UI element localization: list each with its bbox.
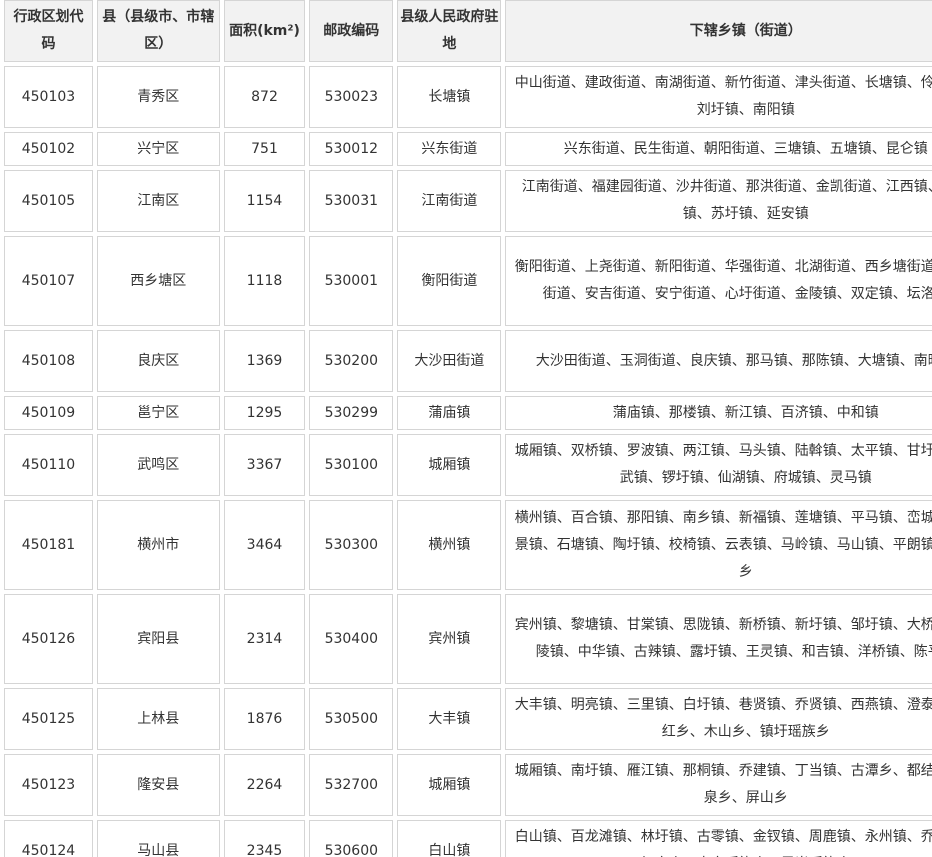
- cell-postcode: 530031: [309, 170, 394, 232]
- cell-towns: 横州镇、百合镇、那阳镇、南乡镇、新福镇、莲塘镇、平马镇、峦城镇、六景镇、石塘镇、…: [505, 500, 932, 590]
- cell-towns: 宾州镇、黎塘镇、甘棠镇、思陇镇、新桥镇、新圩镇、邹圩镇、大桥镇、武陵镇、中华镇、…: [505, 594, 932, 684]
- cell-postcode: 530023: [309, 66, 394, 128]
- cell-towns: 大沙田街道、玉洞街道、良庆镇、那马镇、那陈镇、大塘镇、南晓镇: [505, 330, 932, 392]
- cell-seat: 白山镇: [397, 820, 502, 857]
- cell-towns: 中山街道、建政街道、南湖街道、新竹街道、津头街道、长塘镇、伶俐镇、刘圩镇、南阳镇: [505, 66, 932, 128]
- header-code: 行政区划代码: [4, 0, 93, 62]
- cell-postcode: 532700: [309, 754, 394, 816]
- cell-seat: 大沙田街道: [397, 330, 502, 392]
- cell-county: 上林县: [96, 688, 220, 750]
- cell-code: 450107: [4, 236, 93, 326]
- cell-postcode: 530012: [309, 132, 394, 166]
- cell-county: 宾阳县: [96, 594, 220, 684]
- cell-towns: 城厢镇、南圩镇、雁江镇、那桐镇、乔建镇、丁当镇、古潭乡、都结乡、布泉乡、屏山乡: [505, 754, 932, 816]
- cell-county: 武鸣区: [96, 434, 220, 496]
- cell-county: 马山县: [96, 820, 220, 857]
- cell-postcode: 530400: [309, 594, 394, 684]
- cell-county: 邕宁区: [96, 396, 220, 430]
- cell-towns: 兴东街道、民生街道、朝阳街道、三塘镇、五塘镇、昆仑镇: [505, 132, 932, 166]
- cell-postcode: 530299: [309, 396, 394, 430]
- table-row: 450109 邕宁区 1295 530299 蒲庙镇 蒲庙镇、那楼镇、新江镇、百济镇、中和…: [4, 396, 932, 430]
- cell-area: 1369: [223, 330, 306, 392]
- table-row: 450108 良庆区 1369 530200 大沙田街道 大沙田街道、玉洞街道、良庆镇、那…: [4, 330, 932, 392]
- header-county: 县（县级市、市辖区）: [96, 0, 220, 62]
- cell-code: 450108: [4, 330, 93, 392]
- cell-towns: 白山镇、百龙滩镇、林圩镇、古零镇、金钗镇、周鹿镇、永州镇、乔利乡、加方乡、古寨瑶…: [505, 820, 932, 857]
- cell-seat: 长塘镇: [397, 66, 502, 128]
- table-row: 450110 武鸣区 3367 530100 城厢镇 城厢镇、双桥镇、罗波镇、两江镇、马头…: [4, 434, 932, 496]
- cell-seat: 大丰镇: [397, 688, 502, 750]
- cell-area: 3367: [223, 434, 306, 496]
- table-row: 450107 西乡塘区 1118 530001 衡阳街道 衡阳街道、上尧街道、新阳街道、华…: [4, 236, 932, 326]
- table-row: 450103 青秀区 872 530023 长塘镇 中山街道、建政街道、南湖街道、新竹街道…: [4, 66, 932, 128]
- table-row: 450126 宾阳县 2314 530400 宾州镇 宾州镇、黎塘镇、甘棠镇、思陇镇、新桥…: [4, 594, 932, 684]
- cell-code: 450102: [4, 132, 93, 166]
- cell-area: 2264: [223, 754, 306, 816]
- cell-county: 隆安县: [96, 754, 220, 816]
- header-row: 行政区划代码 县（县级市、市辖区） 面积(km²) 邮政编码 县级人民政府驻地 …: [4, 0, 932, 62]
- cell-seat: 兴东街道: [397, 132, 502, 166]
- cell-postcode: 530500: [309, 688, 394, 750]
- cell-code: 450126: [4, 594, 93, 684]
- cell-code: 450105: [4, 170, 93, 232]
- cell-towns: 蒲庙镇、那楼镇、新江镇、百济镇、中和镇: [505, 396, 932, 430]
- cell-seat: 宾州镇: [397, 594, 502, 684]
- cell-code: 450103: [4, 66, 93, 128]
- cell-county: 青秀区: [96, 66, 220, 128]
- table-body: 450103 青秀区 872 530023 长塘镇 中山街道、建政街道、南湖街道、新竹街道…: [4, 66, 932, 857]
- cell-seat: 城厢镇: [397, 754, 502, 816]
- cell-code: 450110: [4, 434, 93, 496]
- cell-county: 西乡塘区: [96, 236, 220, 326]
- header-seat: 县级人民政府驻地: [397, 0, 502, 62]
- table-row: 450124 马山县 2345 530600 白山镇 白山镇、百龙滩镇、林圩镇、古零镇、金…: [4, 820, 932, 857]
- cell-county: 横州市: [96, 500, 220, 590]
- cell-towns: 衡阳街道、上尧街道、新阳街道、华强街道、北湖街道、西乡塘街道、石埠街道、安吉街道…: [505, 236, 932, 326]
- cell-area: 1295: [223, 396, 306, 430]
- cell-code: 450181: [4, 500, 93, 590]
- district-table: 行政区划代码 县（县级市、市辖区） 面积(km²) 邮政编码 县级人民政府驻地 …: [0, 0, 932, 857]
- cell-code: 450125: [4, 688, 93, 750]
- table-row: 450125 上林县 1876 530500 大丰镇 大丰镇、明亮镇、三里镇、白圩镇、巷贤…: [4, 688, 932, 750]
- header-towns: 下辖乡镇（街道）: [505, 0, 932, 62]
- table-container: 行政区划代码 县（县级市、市辖区） 面积(km²) 邮政编码 县级人民政府驻地 …: [0, 0, 932, 857]
- cell-postcode: 530001: [309, 236, 394, 326]
- cell-towns: 城厢镇、双桥镇、罗波镇、两江镇、马头镇、陆斡镇、太平镇、甘圩镇、宁武镇、锣圩镇、…: [505, 434, 932, 496]
- cell-area: 3464: [223, 500, 306, 590]
- cell-area: 2314: [223, 594, 306, 684]
- cell-area: 1154: [223, 170, 306, 232]
- cell-seat: 城厢镇: [397, 434, 502, 496]
- cell-postcode: 530300: [309, 500, 394, 590]
- table-row: 450181 横州市 3464 530300 横州镇 横州镇、百合镇、那阳镇、南乡镇、新福…: [4, 500, 932, 590]
- cell-seat: 衡阳街道: [397, 236, 502, 326]
- cell-county: 江南区: [96, 170, 220, 232]
- cell-area: 1118: [223, 236, 306, 326]
- cell-area: 1876: [223, 688, 306, 750]
- table-row: 450105 江南区 1154 530031 江南街道 江南街道、福建园街道、沙井街道、那…: [4, 170, 932, 232]
- cell-area: 872: [223, 66, 306, 128]
- cell-towns: 大丰镇、明亮镇、三里镇、白圩镇、巷贤镇、乔贤镇、西燕镇、澄泰乡、塘红乡、木山乡、…: [505, 688, 932, 750]
- cell-code: 450109: [4, 396, 93, 430]
- cell-seat: 蒲庙镇: [397, 396, 502, 430]
- cell-seat: 横州镇: [397, 500, 502, 590]
- cell-postcode: 530200: [309, 330, 394, 392]
- cell-county: 良庆区: [96, 330, 220, 392]
- cell-towns: 江南街道、福建园街道、沙井街道、那洪街道、金凯街道、江西镇、吴圩镇、苏圩镇、延安…: [505, 170, 932, 232]
- cell-code: 450124: [4, 820, 93, 857]
- cell-county: 兴宁区: [96, 132, 220, 166]
- cell-code: 450123: [4, 754, 93, 816]
- cell-area: 751: [223, 132, 306, 166]
- table-row: 450102 兴宁区 751 530012 兴东街道 兴东街道、民生街道、朝阳街道、三塘镇…: [4, 132, 932, 166]
- header-postcode: 邮政编码: [309, 0, 394, 62]
- header-area: 面积(km²): [223, 0, 306, 62]
- table-header: 行政区划代码 县（县级市、市辖区） 面积(km²) 邮政编码 县级人民政府驻地 …: [4, 0, 932, 62]
- cell-area: 2345: [223, 820, 306, 857]
- cell-postcode: 530100: [309, 434, 394, 496]
- cell-postcode: 530600: [309, 820, 394, 857]
- cell-seat: 江南街道: [397, 170, 502, 232]
- table-row: 450123 隆安县 2264 532700 城厢镇 城厢镇、南圩镇、雁江镇、那桐镇、乔建…: [4, 754, 932, 816]
